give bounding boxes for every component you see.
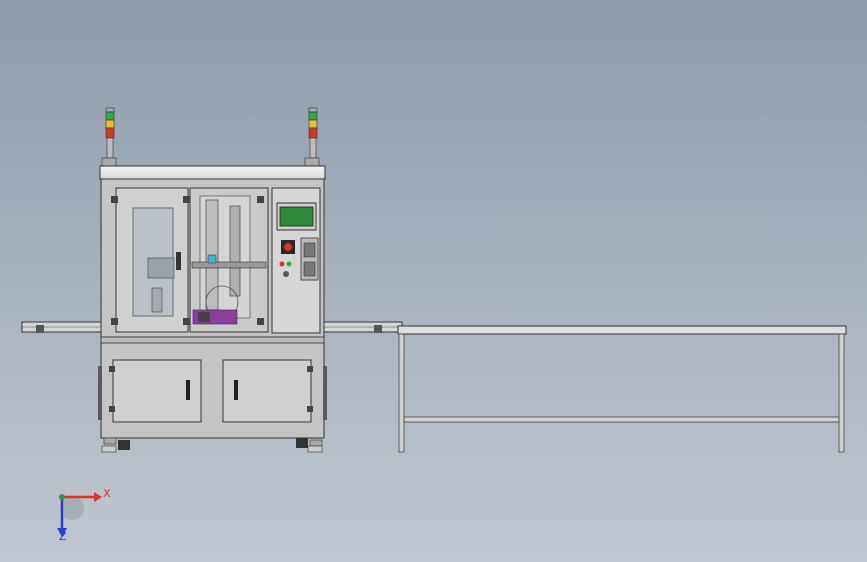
machine-assembly-drawing bbox=[21, 107, 847, 537]
lower-right-handle[interactable] bbox=[234, 380, 238, 400]
left-conveyor bbox=[21, 321, 105, 333]
casters bbox=[101, 437, 323, 453]
x-axis-label: X bbox=[103, 487, 111, 500]
indicator-green bbox=[286, 261, 292, 267]
left-door-handle[interactable] bbox=[176, 252, 181, 270]
tower-light-right bbox=[304, 107, 320, 167]
selector-switch-2[interactable] bbox=[303, 261, 316, 277]
y-axis-dot bbox=[59, 494, 65, 500]
tower-light-yellow bbox=[308, 119, 318, 129]
indicator-red bbox=[279, 261, 285, 267]
z-axis-label: Z bbox=[59, 530, 67, 543]
power-icon bbox=[284, 243, 292, 251]
right-conveyor bbox=[319, 321, 403, 333]
tower-light-green bbox=[105, 111, 115, 121]
selector-switch-1[interactable] bbox=[303, 242, 316, 258]
control-panel bbox=[271, 187, 321, 334]
start-button[interactable] bbox=[283, 271, 289, 277]
tower-light-red bbox=[308, 127, 318, 139]
tower-light-left bbox=[101, 107, 117, 167]
top-cover bbox=[99, 165, 326, 180]
lower-left-handle[interactable] bbox=[186, 380, 190, 400]
tower-light-yellow bbox=[105, 119, 115, 129]
cad-viewport[interactable]: X Z bbox=[0, 0, 867, 562]
lower-cabinet bbox=[98, 336, 327, 439]
tower-light-red bbox=[105, 127, 115, 139]
hmi-touchscreen[interactable] bbox=[279, 206, 314, 227]
x-axis-arrowhead bbox=[94, 492, 102, 502]
tower-light-green bbox=[308, 111, 318, 121]
outfeed-table bbox=[397, 325, 847, 453]
